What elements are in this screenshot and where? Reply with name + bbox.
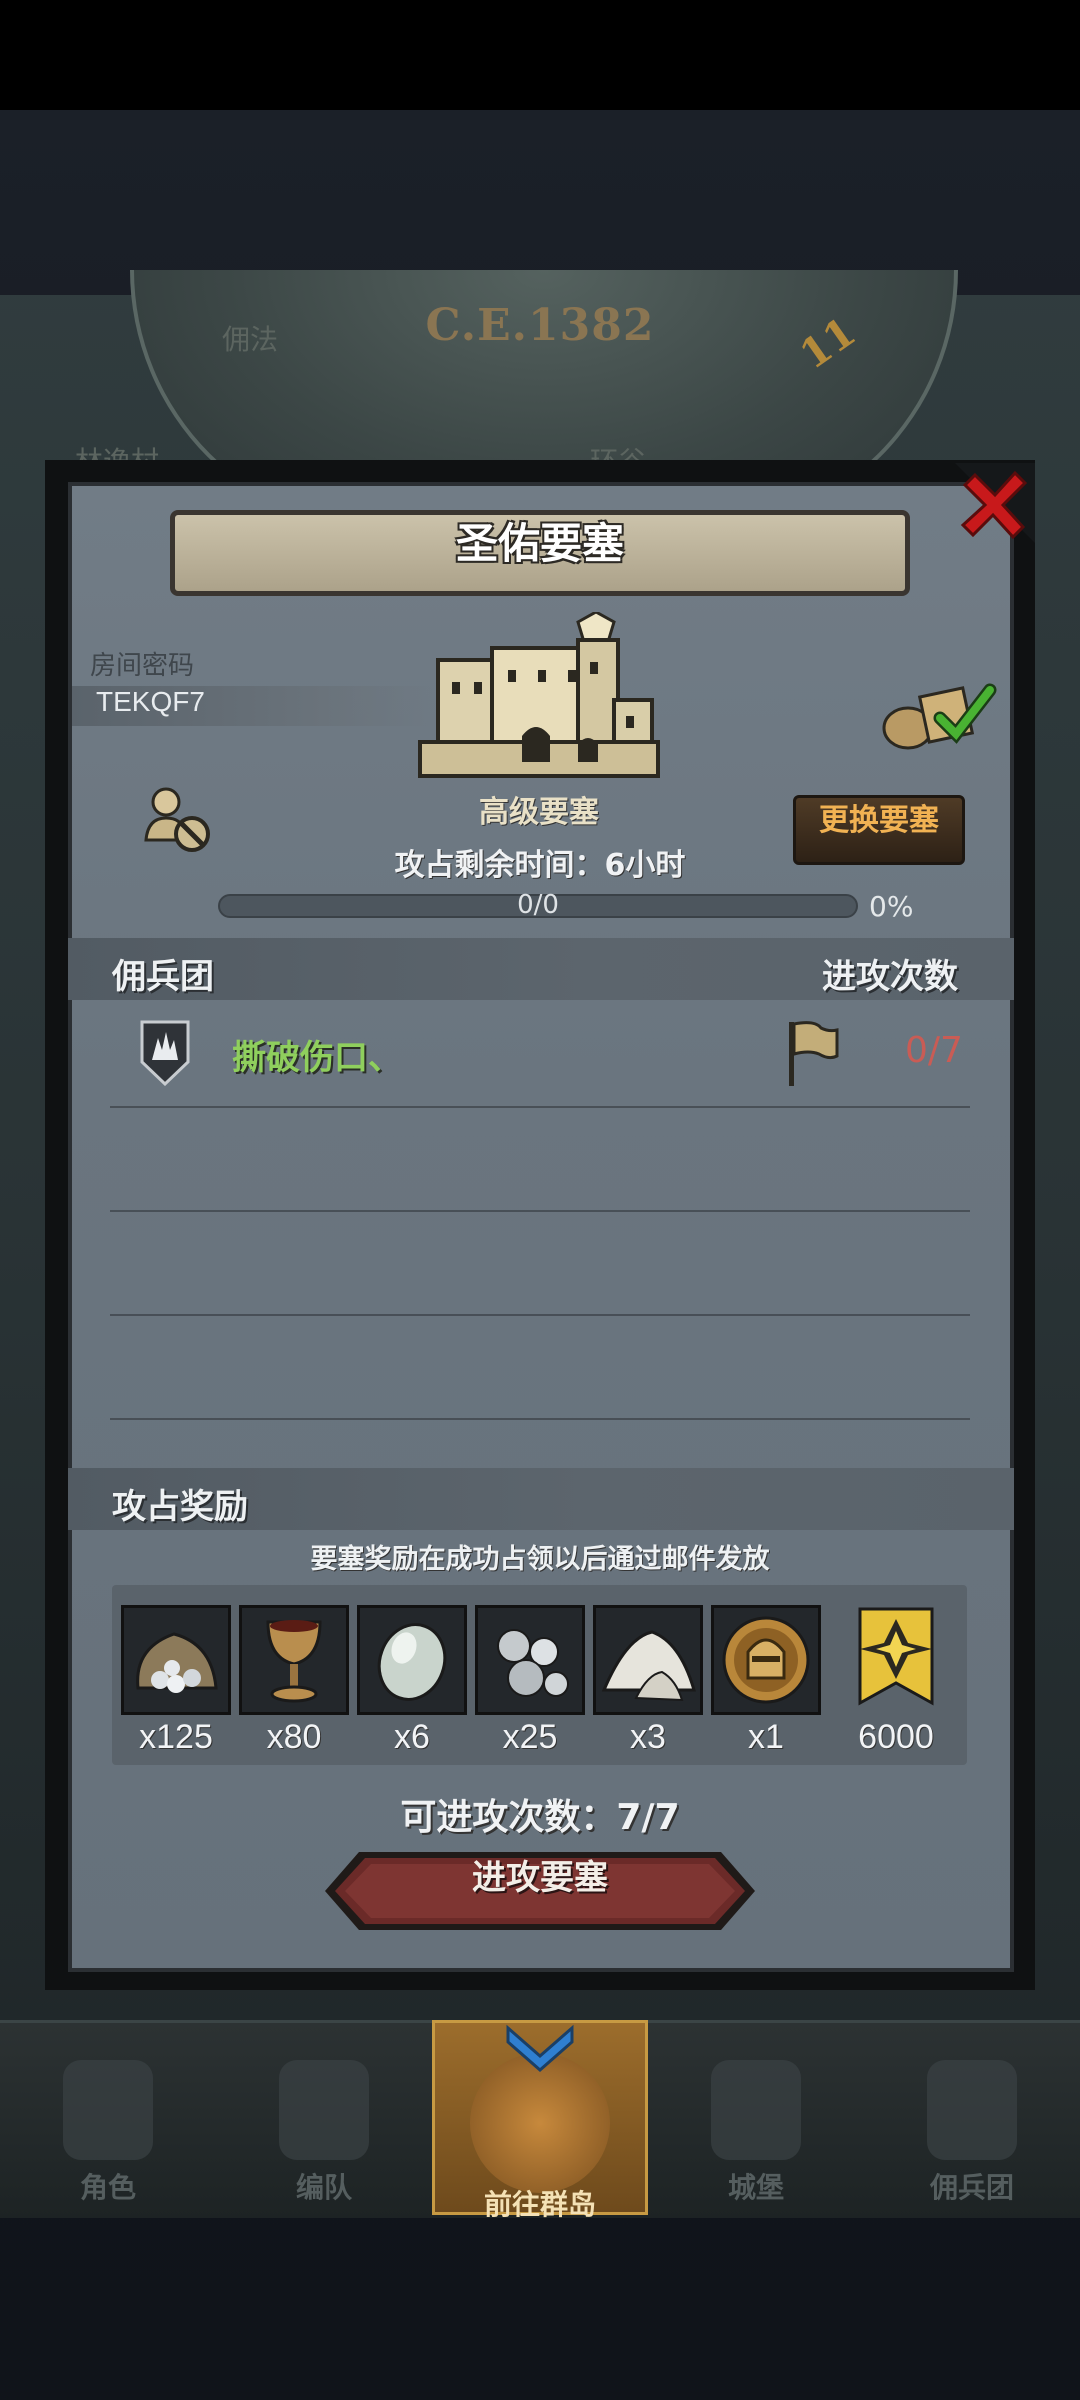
mercenary-header: 佣兵团 (112, 957, 214, 997)
dialog-title: 圣佑要塞 (455, 519, 624, 568)
nav-label: 角色 (79, 2171, 136, 2204)
supply-bag-check-icon[interactable] (878, 672, 998, 752)
nav-item-formation[interactable]: 编队 (216, 2020, 432, 2215)
reward-qty: x80 (266, 1718, 322, 1756)
room-code-label: 房间密码 (90, 651, 195, 681)
white-stone-icon (377, 1623, 447, 1701)
nav-label: 城堡 (727, 2171, 784, 2204)
nav-label: 佣兵团 (929, 2171, 1014, 2204)
progress-text: 0/0 (517, 890, 559, 920)
reward-item-4[interactable] (475, 1605, 585, 1715)
bg-text: 佣法 (222, 323, 279, 356)
reward-qty: 6000 (858, 1718, 934, 1756)
room-code[interactable]: TEKQF7 (96, 686, 205, 718)
status-bar-area (0, 0, 1080, 110)
mercenary-icon (927, 2060, 1017, 2160)
era-label: C.E.1382 (425, 300, 655, 351)
row-divider (110, 1106, 970, 1108)
reward-item-3[interactable] (357, 1605, 467, 1715)
nav-item-castle[interactable]: 城堡 (648, 2020, 864, 2215)
reward-item-2[interactable] (239, 1605, 349, 1715)
reward-item-6[interactable] (711, 1605, 821, 1715)
close-button[interactable] (955, 463, 1035, 543)
reward-item-1[interactable] (121, 1605, 231, 1715)
flag-icon (789, 1021, 839, 1086)
progress-percent: 0% (869, 890, 914, 923)
salt-pile-icon (601, 1630, 697, 1702)
attack-fortress-label: 进攻要塞 (472, 1858, 608, 1898)
reward-qty: x125 (139, 1718, 213, 1756)
row-divider (110, 1314, 970, 1316)
nav-label: 编队 (295, 2171, 352, 2204)
attacks-header: 进攻次数 (822, 957, 958, 997)
knight-helmet-medal-icon (722, 1616, 810, 1704)
chevron-down-icon (506, 2024, 574, 2072)
occupation-timer: 攻占剩余时间：6小时 (394, 848, 686, 883)
reward-qty: x3 (630, 1718, 666, 1756)
row-divider (110, 1418, 970, 1420)
row-divider (110, 1210, 970, 1212)
nav-label: 前往群岛 (483, 2188, 596, 2221)
gold-rank-banner-icon[interactable] (846, 1605, 946, 1715)
reward-item-5[interactable] (593, 1605, 703, 1715)
reward-qty: x25 (502, 1718, 558, 1756)
castle-icon (711, 2060, 801, 2160)
reward-qty: x1 (748, 1718, 784, 1756)
guild-crest-icon (140, 1020, 190, 1086)
silver-coins-bag-icon (136, 1632, 218, 1693)
goblet-icon (266, 1620, 322, 1703)
swap-fortress-label: 更换要塞 (819, 803, 939, 838)
reward-note: 要塞奖励在成功占领以后通过邮件发放 (310, 1544, 770, 1575)
remaining-attacks: 可进攻次数：7/7 (400, 1797, 680, 1838)
mercenary-name[interactable]: 撕破伤口、 (232, 1030, 402, 1079)
nav-item-character[interactable]: 角色 (0, 2020, 216, 2215)
silver-pearls-icon (497, 1629, 569, 1697)
attack-count: 0/7 (905, 1030, 963, 1071)
reward-qty: x6 (394, 1718, 430, 1756)
castle-icon (418, 612, 660, 778)
formation-icon (279, 2060, 369, 2160)
character-icon (63, 2060, 153, 2160)
reward-header: 攻占奖励 (112, 1487, 248, 1527)
fortress-tier: 高级要塞 (479, 795, 599, 830)
nav-item-mercenary[interactable]: 佣兵团 (864, 2020, 1080, 2215)
